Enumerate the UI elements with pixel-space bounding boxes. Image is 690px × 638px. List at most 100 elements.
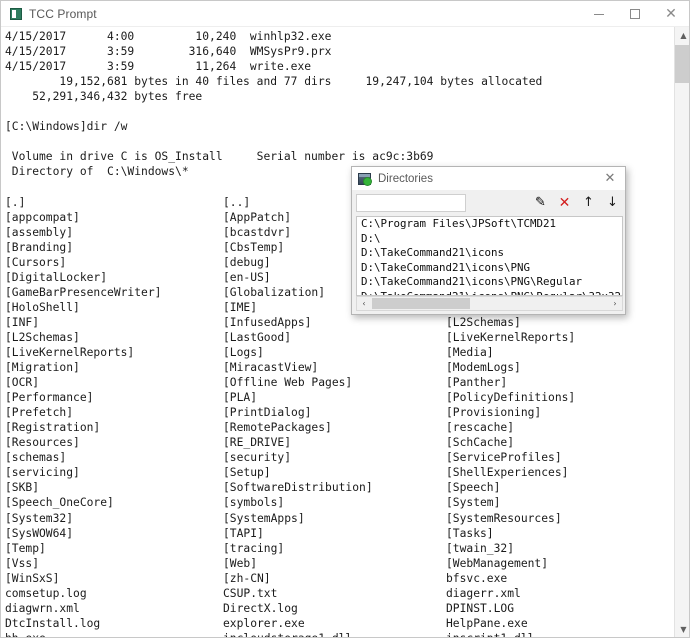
listing-cell: [Panther] bbox=[446, 376, 508, 390]
listing-cell: diagwrn.xml bbox=[5, 601, 80, 615]
listing-cell: [appcompat] bbox=[5, 210, 80, 224]
scroll-down-icon[interactable]: ▼ bbox=[675, 621, 689, 637]
dialog-title: Directories bbox=[378, 172, 433, 185]
directory-listing-row: [System32] [SystemApps] [SystemResources] bbox=[5, 511, 676, 526]
listing-cell: [symbols] bbox=[223, 496, 285, 510]
listing-cell: comsetup.log bbox=[5, 586, 87, 600]
listing-cell: [schemas] bbox=[5, 451, 67, 465]
delete-icon[interactable]: ✕ bbox=[557, 195, 572, 210]
close-icon: ✕ bbox=[604, 171, 616, 186]
directory-list-item[interactable]: C:\Program Files\JPSoft\TCMD21 bbox=[357, 217, 622, 232]
listing-cell: [Setup] bbox=[223, 466, 271, 480]
listing-cell: [L2Schemas] bbox=[5, 330, 80, 344]
listing-cell: [INF] bbox=[5, 315, 40, 329]
maximize-button[interactable] bbox=[617, 1, 653, 27]
directory-listing-row: [Performance] [PLA] [PolicyDefinitions] bbox=[5, 390, 676, 405]
dialog-title-bar[interactable]: Directories ✕ bbox=[352, 167, 625, 190]
directory-list-item[interactable]: D:\TakeCommand21\icons\PNG bbox=[357, 261, 622, 276]
directory-listing-row: [Temp] [tracing] [twain_32] bbox=[5, 541, 676, 556]
console-line: 4/15/2017 3:59 11,264 write.exe bbox=[5, 60, 312, 74]
close-icon: ✕ bbox=[665, 6, 677, 22]
dialog-close-button[interactable]: ✕ bbox=[595, 167, 625, 190]
listing-cell: [System32] bbox=[5, 511, 74, 525]
tcc-prompt-window: TCC Prompt ✕ 4/15/2017 4:00 10,240 winhl… bbox=[0, 0, 690, 638]
listing-cell: [DigitalLocker] bbox=[5, 270, 108, 284]
listing-cell: [SysWOW64] bbox=[5, 526, 74, 540]
listing-cell: [LastGood] bbox=[223, 330, 292, 344]
listing-cell: [Migration] bbox=[5, 361, 80, 375]
listing-cell: DtcInstall.log bbox=[5, 616, 101, 630]
listing-cell: [Media] bbox=[446, 345, 494, 359]
listing-cell: inscript1.dll bbox=[446, 631, 676, 637]
listing-cell: [twain_32] bbox=[446, 541, 515, 555]
directory-list-item[interactable]: D:\TakeCommand21\icons bbox=[357, 246, 622, 261]
listing-cell: [.] bbox=[5, 195, 26, 209]
directory-listing-row: [Vss] [Web] [WebManagement] bbox=[5, 556, 676, 571]
directory-listing-row: [Migration] [MiracastView] [ModemLogs] bbox=[5, 360, 676, 375]
console-scrollbar[interactable]: ▲ ▼ bbox=[674, 27, 689, 637]
listing-cell: [Temp] bbox=[5, 541, 46, 555]
listing-cell: [Offline Web Pages] bbox=[223, 376, 353, 390]
listing-cell: [security] bbox=[223, 451, 292, 465]
listing-cell: [ModemLogs] bbox=[446, 361, 521, 375]
directory-listing-row: [SKB] [SoftwareDistribution] [Speech] bbox=[5, 480, 676, 495]
tcc-app-icon bbox=[10, 7, 22, 20]
listing-cell: [Cursors] bbox=[5, 255, 67, 269]
listing-cell: hh.exe bbox=[5, 631, 223, 637]
listing-cell: [servicing] bbox=[5, 466, 80, 480]
directory-list-item[interactable]: D:\ bbox=[357, 232, 622, 247]
listing-cell: [Speech] bbox=[446, 481, 501, 495]
move-down-icon[interactable]: ↓ bbox=[605, 195, 620, 210]
listing-cell: [TAPI] bbox=[223, 526, 264, 540]
listing-cell: [PolicyDefinitions] bbox=[446, 391, 576, 405]
close-button[interactable]: ✕ bbox=[653, 1, 689, 27]
listing-cell: diagerr.xml bbox=[446, 586, 521, 600]
listing-cell: [PLA] bbox=[223, 391, 258, 405]
scroll-up-icon[interactable]: ▲ bbox=[675, 27, 689, 44]
listing-cell: [PrintDialog] bbox=[223, 406, 312, 420]
listing-cell: [OCR] bbox=[5, 376, 40, 390]
listing-cell: [L2Schemas] bbox=[446, 315, 521, 329]
directory-listing-row: [L2Schemas] [LastGood] [LiveKernelReports] bbox=[5, 330, 676, 345]
directories-list[interactable]: C:\Program Files\JPSoft\TCMD21 D:\ D:\Take… bbox=[356, 216, 623, 296]
listing-cell: [SystemResources] bbox=[446, 511, 562, 525]
directory-listing-row: [LiveKernelReports] [Logs] [Media] bbox=[5, 345, 676, 360]
scrollbar-thumb[interactable] bbox=[675, 45, 689, 83]
listing-cell: [System] bbox=[446, 496, 501, 510]
console-line: [C:\Windows]dir /w bbox=[5, 120, 128, 134]
listing-cell: [assembly] bbox=[5, 225, 74, 239]
listing-cell: [RE_DRIVE] bbox=[223, 436, 292, 450]
directory-input[interactable] bbox=[356, 193, 466, 212]
listing-cell: [WebManagement] bbox=[446, 556, 549, 570]
scroll-right-icon[interactable]: › bbox=[608, 297, 622, 310]
directories-dialog[interactable]: Directories ✕ ✎ ✕ ↑ ↓ C:\Program Files\J… bbox=[351, 166, 626, 315]
minimize-button[interactable] bbox=[581, 1, 617, 27]
listing-cell: [SchCache] bbox=[446, 436, 515, 450]
directory-listing-row: comsetup.log CSUP.txt diagerr.xml bbox=[5, 586, 676, 601]
listing-cell: bfsvc.exe bbox=[446, 571, 508, 585]
listing-cell: [ShellExperiences] bbox=[446, 466, 569, 480]
listing-cell: [InfusedApps] bbox=[223, 315, 312, 329]
window-title-bar[interactable]: TCC Prompt ✕ bbox=[1, 1, 689, 27]
listing-cell: [zh-CN] bbox=[223, 571, 271, 585]
hscrollbar-thumb[interactable] bbox=[372, 298, 470, 309]
edit-icon[interactable]: ✎ bbox=[533, 195, 548, 210]
listing-cell: [WinSxS] bbox=[5, 571, 60, 585]
listing-cell: [SystemApps] bbox=[223, 511, 305, 525]
directory-listing-row: [schemas] [security] [ServiceProfiles] bbox=[5, 450, 676, 465]
listing-cell: [Branding] bbox=[5, 240, 74, 254]
listing-cell: [ServiceProfiles] bbox=[446, 451, 562, 465]
scroll-left-icon[interactable]: ‹ bbox=[357, 297, 371, 310]
window-controls: ✕ bbox=[581, 1, 689, 27]
directory-list-item[interactable]: D:\TakeCommand21\icons\PNG\Regular bbox=[357, 275, 622, 290]
listing-cell: [Tasks] bbox=[446, 526, 494, 540]
directory-listing-row: [SysWOW64] [TAPI] [Tasks] bbox=[5, 526, 676, 541]
directories-horizontal-scrollbar[interactable]: ‹ › bbox=[356, 296, 623, 311]
directory-listing-row: [Resources] [RE_DRIVE] [SchCache] bbox=[5, 435, 676, 450]
listing-cell: [GameBarPresenceWriter] bbox=[5, 285, 162, 299]
toolbar-icon-group: ✎ ✕ ↑ ↓ bbox=[533, 190, 620, 215]
move-up-icon[interactable]: ↑ bbox=[581, 195, 596, 210]
listing-cell: [LiveKernelReports] bbox=[446, 330, 576, 344]
console-output-area[interactable]: 4/15/2017 4:00 10,240 winhlp32.exe 4/15/2… bbox=[1, 27, 689, 637]
console-line: Volume in drive C is OS_Install Serial n… bbox=[5, 150, 434, 164]
